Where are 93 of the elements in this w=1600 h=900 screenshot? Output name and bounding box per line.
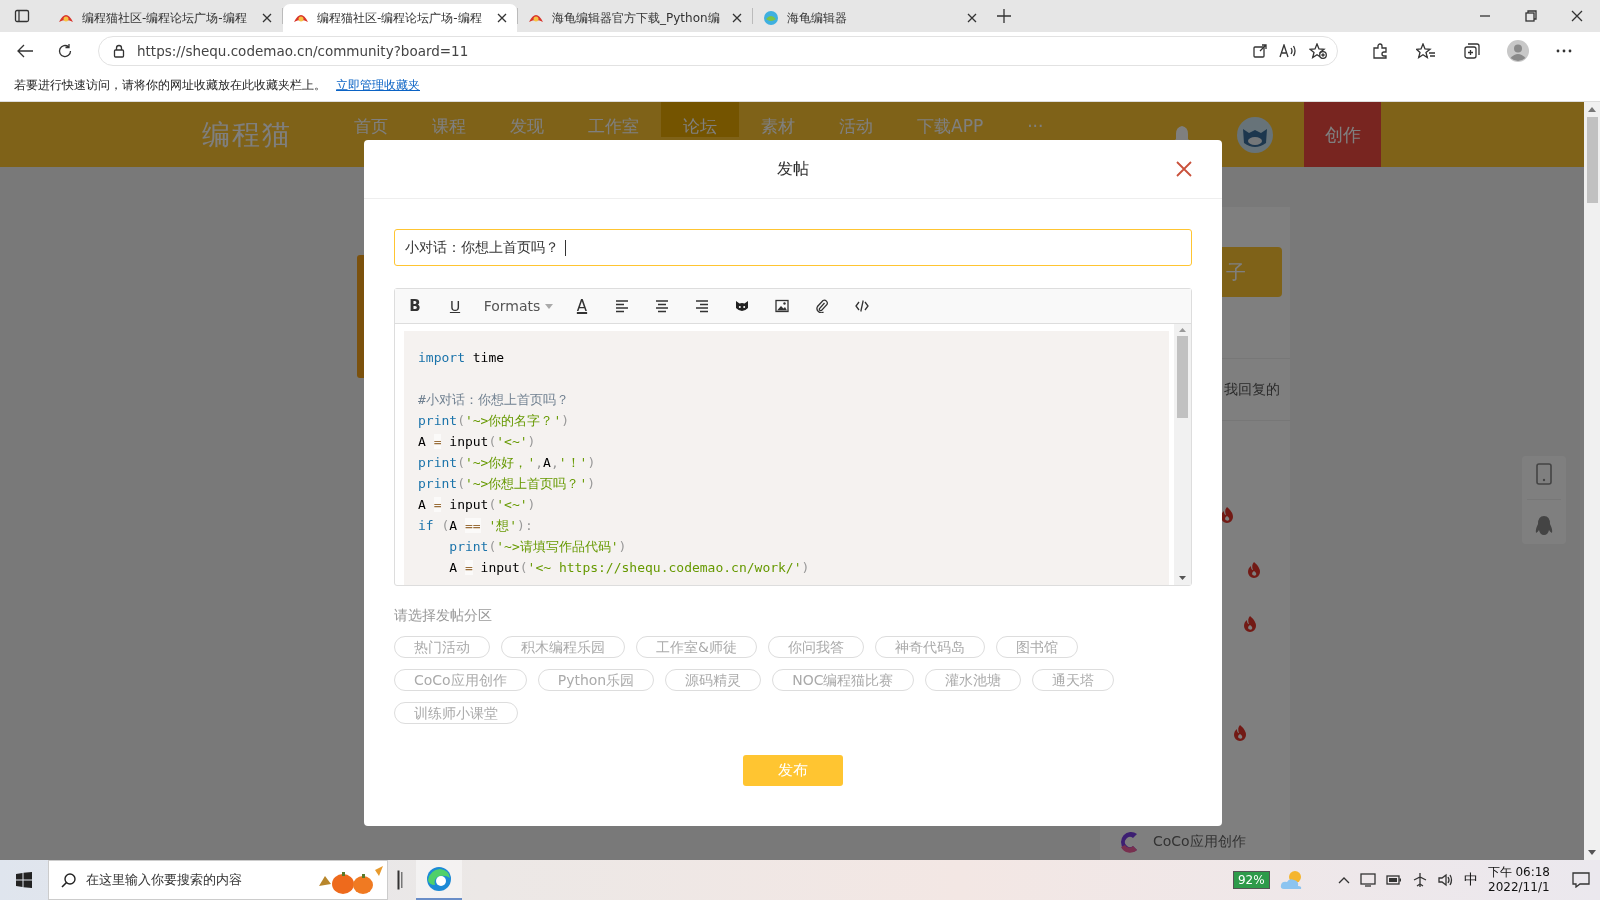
code-line: print('~>请填写作品代码') (448, 538, 627, 556)
nav-item[interactable]: 活动 (817, 102, 895, 137)
taskbar-search[interactable]: 在这里输入你要搜索的内容 (48, 860, 388, 900)
profile-avatar-icon[interactable] (1507, 40, 1529, 62)
volume-icon[interactable] (1437, 873, 1454, 887)
code-line: print('~>你好，',A,'！') (418, 454, 596, 472)
display-icon[interactable] (1359, 873, 1376, 887)
windows-icon[interactable] (16, 872, 32, 888)
avatar-icon[interactable] (1237, 116, 1273, 153)
airplane-icon[interactable] (1411, 872, 1428, 888)
favorites-icon[interactable] (1416, 43, 1436, 59)
close-icon[interactable] (1571, 10, 1583, 22)
browser-tab[interactable]: 编程猫社区-编程论坛广场-编程 (48, 4, 282, 32)
nav-item[interactable]: 发现 (488, 102, 566, 137)
scroll-up-icon[interactable] (1588, 107, 1596, 112)
collections-icon[interactable] (1463, 42, 1481, 60)
code-line: import time (418, 349, 505, 367)
dialog-title: 发帖 (777, 158, 809, 180)
formats-dropdown[interactable]: Formats (475, 289, 562, 323)
refresh-icon[interactable] (57, 43, 73, 59)
page-scrollbar[interactable] (1584, 102, 1600, 860)
close-icon[interactable] (497, 13, 507, 23)
back-icon[interactable] (16, 43, 34, 59)
nav-item[interactable]: 工作室 (566, 102, 661, 137)
round-logo-icon (763, 10, 779, 26)
align-left-icon[interactable] (615, 299, 629, 313)
cat-face-icon[interactable] (735, 299, 749, 313)
browser-tab[interactable]: 编程猫社区-编程论坛广场-编程 (283, 4, 517, 32)
open-in-app-icon[interactable] (1253, 44, 1267, 58)
text-cursor (565, 239, 566, 256)
title-input[interactable]: 小对话：你想上首页吗？ (394, 229, 1192, 266)
code-line: if (A == '想'): (418, 517, 533, 535)
close-icon[interactable] (262, 13, 272, 23)
site-logo[interactable]: 编程猫 (202, 115, 292, 154)
search-icon (61, 872, 76, 888)
browser-app-icon[interactable] (426, 866, 452, 892)
nav-item[interactable]: 下载APP (895, 102, 1006, 137)
underline-button[interactable]: U (435, 289, 475, 323)
add-favorite-icon[interactable] (1309, 43, 1327, 59)
clock[interactable]: 下午 06:18 2022/11/1 (1487, 865, 1550, 895)
manage-favorites-link[interactable]: 立即管理收藏夹 (336, 77, 420, 94)
scroll-down-icon[interactable] (1588, 850, 1596, 855)
flame-icon (1243, 616, 1257, 633)
read-aloud-icon[interactable] (1279, 44, 1297, 58)
sidebar-link[interactable]: CoCo应用创作 (1153, 832, 1246, 851)
input-method-indicator[interactable]: 中 (1463, 871, 1478, 889)
more-icon[interactable] (1556, 49, 1572, 53)
nav-item[interactable]: 首页 (332, 102, 410, 137)
nav-item[interactable]: ··· (1005, 102, 1066, 137)
tab-actions-icon[interactable] (14, 8, 30, 24)
address-bar[interactable]: https://shequ.codemao.cn/community?board=11 (98, 36, 1338, 66)
task-view-icon[interactable] (397, 870, 403, 890)
align-center-icon[interactable] (655, 299, 669, 313)
lock-icon (113, 44, 125, 58)
code-line: #小对话：你想上首页吗？ (418, 391, 569, 409)
close-icon[interactable] (732, 13, 742, 23)
nav-item[interactable]: 素材 (739, 102, 817, 137)
battery-indicator[interactable]: 92% (1232, 871, 1270, 889)
code-line: print('~>你想上首页吗？') (418, 475, 596, 493)
caret-icon (545, 303, 554, 309)
paperclip-icon[interactable] (815, 299, 829, 313)
close-icon[interactable] (967, 13, 977, 23)
code-line: A = input('<~') (418, 433, 536, 451)
align-right-icon[interactable] (695, 299, 709, 313)
scrollbar-thumb[interactable] (1586, 117, 1598, 203)
penguin-icon[interactable] (1535, 514, 1553, 537)
scrollbar-thumb[interactable] (1177, 336, 1188, 418)
flame-icon (1233, 725, 1247, 742)
info-text: 若要进行快速访问，请将你的网址收藏放在此收藏夹栏上。 (14, 77, 326, 94)
bold-button[interactable]: B (395, 289, 435, 323)
publish-button[interactable]: 发布 (743, 755, 843, 786)
nav-item[interactable]: 课程 (410, 102, 488, 137)
code-icon[interactable] (855, 299, 869, 313)
sidebar-link[interactable]: 我回复的 (1224, 380, 1280, 399)
scroll-down-icon[interactable] (1179, 576, 1186, 580)
new-tab-icon[interactable] (997, 9, 1011, 23)
code-line: A = input('<~ https://shequ.codemao.cn/work/') (448, 559, 810, 577)
text-color-button[interactable]: A (562, 289, 602, 323)
create-button[interactable]: 创作 (1304, 102, 1381, 167)
code-line: A = input('<~') (418, 496, 536, 514)
browser-tab[interactable]: 海龟编辑器官方下载_Python编 (518, 4, 752, 32)
browser-tab[interactable]: 海龟编辑器 (753, 4, 987, 32)
flame-icon (1247, 561, 1261, 578)
nav-item[interactable]: 论坛 (661, 102, 739, 137)
chevron-up-icon[interactable] (1337, 876, 1350, 884)
notification-icon[interactable] (1572, 872, 1590, 888)
section-label: 请选择发帖分区 (394, 607, 493, 625)
scrollbar[interactable] (1174, 324, 1191, 585)
battery-icon[interactable] (1385, 875, 1402, 885)
extensions-icon[interactable] (1371, 42, 1389, 60)
code-line: print('~>你的名字？') (418, 412, 570, 430)
image-icon[interactable] (775, 299, 789, 313)
restore-icon[interactable] (1525, 10, 1537, 22)
